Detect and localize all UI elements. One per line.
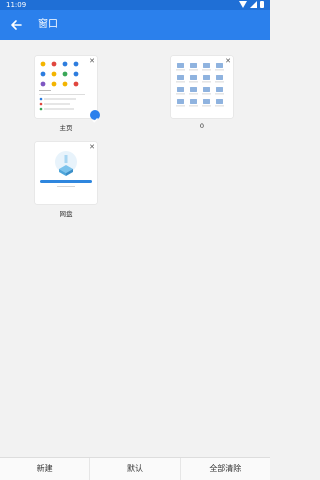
folder-grid-thumbnail (176, 63, 224, 107)
close-icon[interactable]: ✕ (225, 57, 231, 65)
battery-icon (260, 1, 264, 8)
clear-all-button[interactable]: 全部清除 (179, 458, 270, 480)
cloud-drive-thumbnail (40, 151, 92, 187)
status-icons (239, 1, 264, 8)
status-bar: 11:09 (0, 0, 270, 10)
window-card-folder[interactable]: ✕ (171, 56, 233, 118)
wifi-icon (239, 1, 247, 8)
status-time: 11:09 (6, 1, 27, 9)
window-card-cloud-drive[interactable]: ✕ (35, 142, 97, 204)
page-title: 窗口 (38, 19, 58, 30)
signal-icon (250, 1, 257, 8)
default-button[interactable]: 默认 (89, 458, 179, 480)
home-page-thumbnail (39, 61, 85, 111)
bottom-toolbar: 新建 默认 全部清除 (0, 457, 270, 480)
window-card-home[interactable]: ✕ (35, 56, 97, 118)
window-grid: ✕ 主页 ✕ 0 ✕ 网盘 (0, 40, 270, 456)
window-label-cloud-drive: 网盘 (59, 210, 73, 218)
close-icon[interactable]: ✕ (89, 57, 95, 65)
close-icon[interactable]: ✕ (89, 143, 95, 151)
new-window-button[interactable]: 新建 (0, 458, 89, 480)
back-arrow-icon[interactable] (8, 17, 24, 33)
window-label-home: 主页 (59, 124, 73, 132)
selected-check-icon (90, 110, 100, 123)
window-label-folder: 0 (199, 122, 205, 130)
app-bar: 窗口 (0, 10, 270, 40)
